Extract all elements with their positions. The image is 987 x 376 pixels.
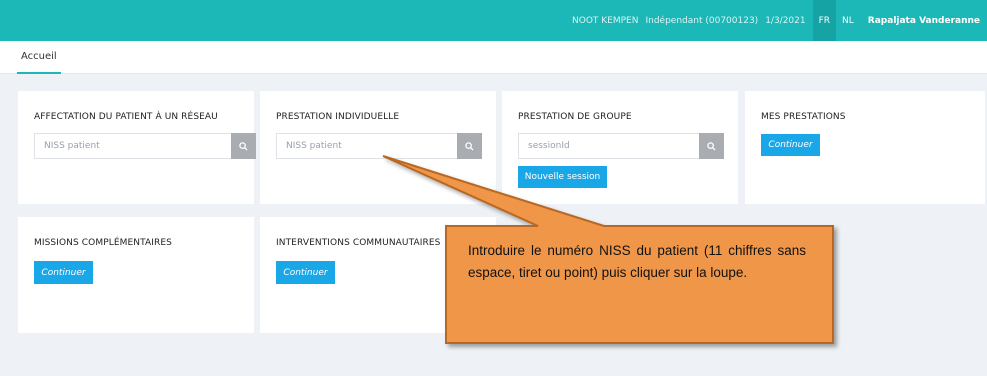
callout-bubble — [382, 155, 834, 344]
callout-text: Introduire le numéro NISS du patient (11… — [468, 243, 806, 280]
